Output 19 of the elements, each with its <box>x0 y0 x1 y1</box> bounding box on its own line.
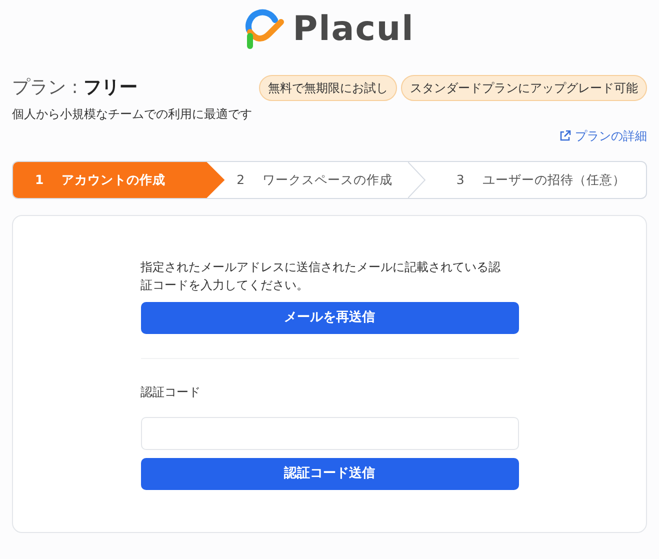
code-input-field[interactable] <box>140 417 518 450</box>
step-label: ユーザーの招待（任意） <box>482 170 626 189</box>
submit-code-button[interactable]: 認証コード送信 <box>140 458 518 490</box>
plan-title: プラン : フリー <box>12 76 138 100</box>
step-number: 2 <box>236 170 245 189</box>
plan-tag: 無料で無期限にお試し <box>259 74 397 100</box>
step-label: アカウントの作成 <box>62 170 166 189</box>
logo-text: Placul <box>292 12 414 46</box>
code-label: 認証コード <box>140 384 200 401</box>
plan-tag: スタンダードプランにアップグレード可能 <box>401 74 647 100</box>
plan-details-link[interactable]: プランの詳細 <box>559 127 647 145</box>
resend-button[interactable]: メールを再送信 <box>140 302 518 334</box>
instructions-text: 指定されたメールアドレスに送信されたメールに記載されている認証コードを入力してください。 <box>140 259 502 294</box>
step-number: 1 <box>35 170 44 189</box>
step-number: 3 <box>456 170 464 189</box>
plan-description: 個人から小規模なチームでの利用に最適です <box>12 107 252 121</box>
step-label: ワークスペースの作成 <box>262 170 393 189</box>
external-link-icon <box>559 130 571 142</box>
logo-icon <box>244 8 285 50</box>
